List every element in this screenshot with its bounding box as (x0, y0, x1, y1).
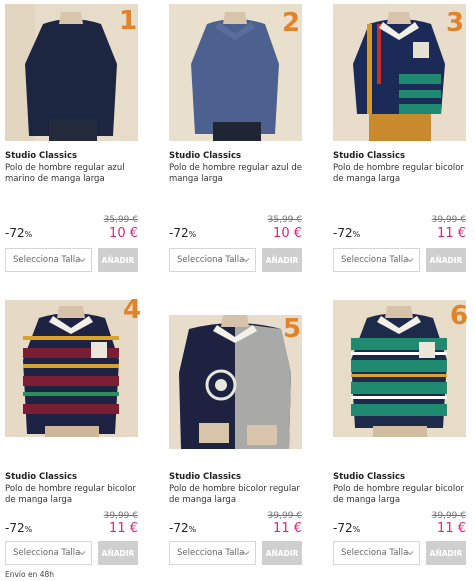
discount-badge: -72% (169, 521, 196, 535)
size-select[interactable]: Selecciona Talla (333, 541, 420, 565)
size-select-label: Selecciona Talla (13, 548, 81, 558)
chevron-down-icon (406, 551, 414, 556)
size-select-label: Selecciona Talla (177, 548, 245, 558)
chevron-down-icon (78, 551, 86, 556)
sale-price: 11 € (109, 521, 138, 536)
discount-unit: % (352, 525, 361, 534)
product-title[interactable]: Polo de hombre regular azul marino de ma… (5, 163, 145, 185)
add-to-cart-button[interactable]: AÑADIR (98, 541, 138, 565)
size-select-label: Selecciona Talla (341, 548, 409, 558)
old-price: 39,99 € (267, 511, 302, 521)
product-card: 5 Studio Classics Polo de hombre bicolor… (169, 300, 309, 570)
product-card: 3 Studio Classics Polo de hombre regular… (333, 4, 473, 274)
discount-badge: -72% (5, 521, 32, 535)
discount-badge: -72% (5, 226, 32, 240)
discount-value: -72 (169, 226, 189, 240)
old-price: 35,99 € (103, 215, 138, 225)
add-to-cart-button[interactable]: AÑADIR (426, 248, 466, 272)
product-number: 3 (446, 8, 465, 38)
product-title[interactable]: Polo de hombre regular bicolor de manga … (5, 484, 145, 506)
old-price: 39,99 € (431, 511, 466, 521)
discount-badge: -72% (169, 226, 196, 240)
add-to-cart-button[interactable]: AÑADIR (262, 248, 302, 272)
discount-value: -72 (5, 226, 25, 240)
product-card: 1 Studio Classics Polo de hombre regular… (5, 4, 145, 274)
chevron-down-icon (242, 551, 250, 556)
product-title[interactable]: Polo de hombre regular azul de manga lar… (169, 163, 309, 185)
old-price: 39,99 € (103, 511, 138, 521)
discount-value: -72 (169, 521, 189, 535)
add-to-cart-button[interactable]: AÑADIR (98, 248, 138, 272)
size-select[interactable]: Selecciona Talla (5, 248, 92, 272)
product-grid: 1 Studio Classics Polo de hombre regular… (0, 0, 475, 581)
product-title[interactable]: Polo de hombre regular bicolor de manga … (333, 163, 473, 185)
chevron-down-icon (78, 258, 86, 263)
discount-value: -72 (333, 521, 353, 535)
shipping-note: Envío en 48h (5, 570, 55, 579)
sale-price: 10 € (273, 226, 302, 241)
sale-price: 10 € (109, 226, 138, 241)
old-price: 35,99 € (267, 215, 302, 225)
chevron-down-icon (242, 258, 250, 263)
add-to-cart-button[interactable]: AÑADIR (262, 541, 302, 565)
product-brand: Studio Classics (5, 472, 78, 482)
discount-value: -72 (333, 226, 353, 240)
add-to-cart-button[interactable]: AÑADIR (426, 541, 466, 565)
discount-value: -72 (5, 521, 25, 535)
discount-unit: % (188, 230, 197, 239)
product-photo[interactable] (333, 300, 466, 437)
product-brand: Studio Classics (169, 151, 242, 161)
size-select[interactable]: Selecciona Talla (333, 248, 420, 272)
product-number: 2 (282, 8, 301, 38)
product-number: 4 (123, 295, 142, 325)
product-card: 2 Studio Classics Polo de hombre regular… (169, 4, 309, 274)
chevron-down-icon (406, 258, 414, 263)
product-photo[interactable] (5, 300, 138, 437)
size-select[interactable]: Selecciona Talla (5, 541, 92, 565)
sale-price: 11 € (437, 226, 466, 241)
product-title[interactable]: Polo de hombre bicolor regular de manga … (169, 484, 309, 506)
product-brand: Studio Classics (333, 151, 406, 161)
discount-unit: % (352, 230, 361, 239)
size-select-label: Selecciona Talla (177, 255, 245, 265)
product-title[interactable]: Polo de hombre regular bicolor de manga … (333, 484, 473, 506)
product-number: 6 (450, 301, 469, 331)
product-brand: Studio Classics (333, 472, 406, 482)
product-number: 1 (119, 6, 138, 36)
size-select-label: Selecciona Talla (341, 255, 409, 265)
discount-badge: -72% (333, 226, 360, 240)
discount-badge: -72% (333, 521, 360, 535)
discount-unit: % (24, 525, 33, 534)
product-card: 4 Studio Classics Polo de hombre regular… (5, 295, 145, 570)
old-price: 39,99 € (431, 215, 466, 225)
sale-price: 11 € (273, 521, 302, 536)
product-brand: Studio Classics (5, 151, 78, 161)
discount-unit: % (188, 525, 197, 534)
product-brand: Studio Classics (169, 472, 242, 482)
product-card: 6 Studio Classics Polo de hombre regular… (333, 300, 473, 570)
size-select-label: Selecciona Talla (13, 255, 81, 265)
product-number: 5 (283, 314, 302, 344)
size-select[interactable]: Selecciona Talla (169, 248, 256, 272)
size-select[interactable]: Selecciona Talla (169, 541, 256, 565)
discount-unit: % (24, 230, 33, 239)
sale-price: 11 € (437, 521, 466, 536)
